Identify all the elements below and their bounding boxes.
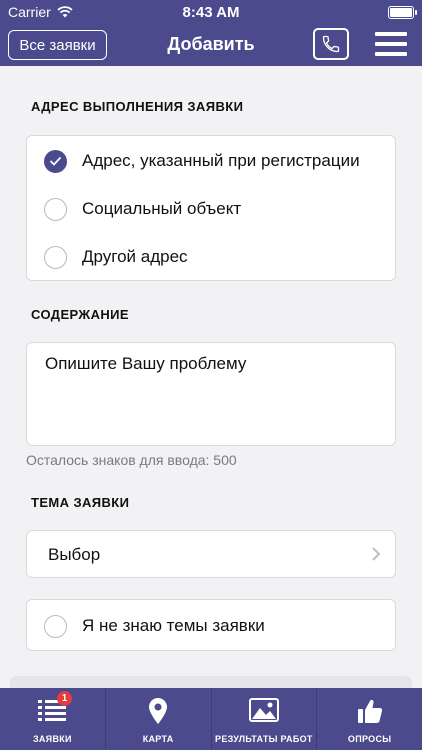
thumbs-up-icon: [357, 699, 382, 723]
content-section-title: СОДЕРЖАНИЕ: [31, 307, 129, 322]
menu-icon-bar: [375, 42, 407, 46]
chevron-right-icon: [372, 547, 381, 561]
radio-unchecked-icon[interactable]: [44, 614, 67, 638]
address-option-other[interactable]: Другой адрес: [27, 233, 395, 281]
topic-select-value: Выбор: [48, 545, 101, 564]
address-option-registered[interactable]: Адрес, указанный при регистрации: [27, 137, 395, 185]
address-option-label: Другой адрес: [82, 247, 188, 266]
tab-bar: 1 ЗАЯВКИ КАРТА РЕЗУЛЬТАТЫ РАБОТ ОПРОСЫ: [0, 688, 422, 750]
address-option-social[interactable]: Социальный объект: [27, 185, 395, 233]
checkmark-icon: [49, 156, 62, 166]
battery-fill: [390, 8, 412, 17]
status-time: 8:43 AM: [182, 3, 240, 21]
topic-select[interactable]: Выбор: [26, 530, 396, 578]
problem-description-textarea[interactable]: Опишите Вашу проблему: [26, 342, 396, 446]
tab-requests[interactable]: 1 ЗАЯВКИ: [0, 688, 106, 750]
tab-surveys[interactable]: ОПРОСЫ: [317, 688, 422, 750]
menu-icon-bar: [375, 52, 407, 56]
tab-label: КАРТА: [142, 734, 174, 744]
image-icon: [248, 698, 279, 722]
address-options-card: Адрес, указанный при регистрации Социаль…: [26, 135, 396, 281]
tab-label: ЗАЯВКИ: [32, 734, 72, 744]
header: Все заявки Добавить: [0, 24, 422, 66]
tab-work-results[interactable]: РЕЗУЛЬТАТЫ РАБОТ: [212, 688, 318, 750]
tab-label: РЕЗУЛЬТАТЫ РАБОТ: [215, 734, 313, 744]
tab-map[interactable]: КАРТА: [106, 688, 212, 750]
address-section-title: АДРЕС ВЫПОЛНЕНИЯ ЗАЯВКИ: [31, 99, 244, 114]
battery-icon: [388, 6, 417, 19]
unknown-topic-option[interactable]: Я не знаю темы заявки: [26, 599, 396, 651]
tab-label: ОПРОСЫ: [347, 734, 392, 744]
radio-unchecked-icon[interactable]: [44, 245, 67, 269]
radio-unchecked-icon[interactable]: [44, 197, 67, 221]
status-bar: Carrier 8:43 AM: [0, 0, 422, 24]
page-title: Добавить: [167, 34, 255, 54]
address-option-label: Социальный объект: [82, 199, 242, 218]
menu-button[interactable]: [375, 32, 407, 56]
radio-checked-icon[interactable]: [44, 149, 67, 173]
chars-remaining-counter: Осталось знаков для ввода: 500: [26, 452, 237, 468]
unknown-topic-row[interactable]: Я не знаю темы заявки: [27, 602, 395, 650]
phone-button[interactable]: [313, 28, 349, 60]
phone-icon: [322, 35, 340, 53]
menu-icon-bar: [375, 32, 407, 36]
unknown-topic-label: Я не знаю темы заявки: [82, 616, 265, 635]
map-pin-icon: [149, 698, 168, 724]
topic-section-title: ТЕМА ЗАЯВКИ: [31, 495, 130, 510]
address-option-label: Адрес, указанный при регистрации: [82, 151, 360, 170]
requests-badge: 1: [57, 691, 72, 706]
